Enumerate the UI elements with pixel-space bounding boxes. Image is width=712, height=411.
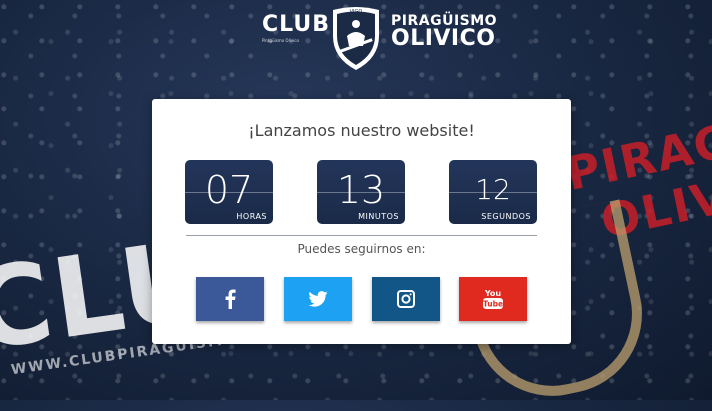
twitter-button[interactable] <box>284 277 352 321</box>
countdown-hours-value: 07 <box>204 168 254 212</box>
logo-club-text: CLUB <box>262 12 331 37</box>
logo-olivico-text: OLIVICO <box>391 26 496 51</box>
follow-us-label: Puedes seguirnos en: <box>297 242 426 256</box>
youtube-icon: You Tube <box>483 289 503 309</box>
card-title: ¡Lanzamos nuestro website! <box>248 121 475 140</box>
countdown-seconds-unit: SEGUNDOS <box>481 212 531 221</box>
facebook-button[interactable] <box>196 277 264 321</box>
countdown-minutes: 13 MINUTOS <box>317 160 405 224</box>
twitter-icon <box>308 291 328 307</box>
countdown-seconds-value: 12 <box>475 173 511 206</box>
crest-label: VIGO <box>350 9 363 15</box>
countdown-seconds: 12 SEGUNDOS <box>449 160 537 224</box>
instagram-icon <box>397 290 415 308</box>
youtube-icon-text-tube: Tube <box>483 300 503 309</box>
card-divider <box>186 235 537 236</box>
countdown-minutes-unit: MINUTOS <box>358 212 399 221</box>
logo-left: CLUB Piragüismo Olivico <box>262 12 331 44</box>
youtube-icon-text-you: You <box>484 289 502 298</box>
youtube-button[interactable]: You Tube <box>459 277 527 321</box>
instagram-button[interactable] <box>372 277 440 321</box>
logo-right: PIRAGÜISMO OLIVICO <box>391 14 497 50</box>
countdown-hours-unit: HORAS <box>236 212 267 221</box>
site-header: CLUB Piragüismo Olivico VIGO PIRAGÜISMO … <box>0 0 712 80</box>
logo-tagline: Piragüismo Olivico <box>262 38 299 43</box>
countdown-minutes-value: 13 <box>336 168 386 212</box>
launch-card: ¡Lanzamos nuestro website! 07 HORAS 13 M… <box>152 99 571 344</box>
countdown-hours: 07 HORAS <box>185 160 273 224</box>
club-crest-icon: VIGO <box>333 7 379 70</box>
facebook-icon <box>225 289 236 309</box>
